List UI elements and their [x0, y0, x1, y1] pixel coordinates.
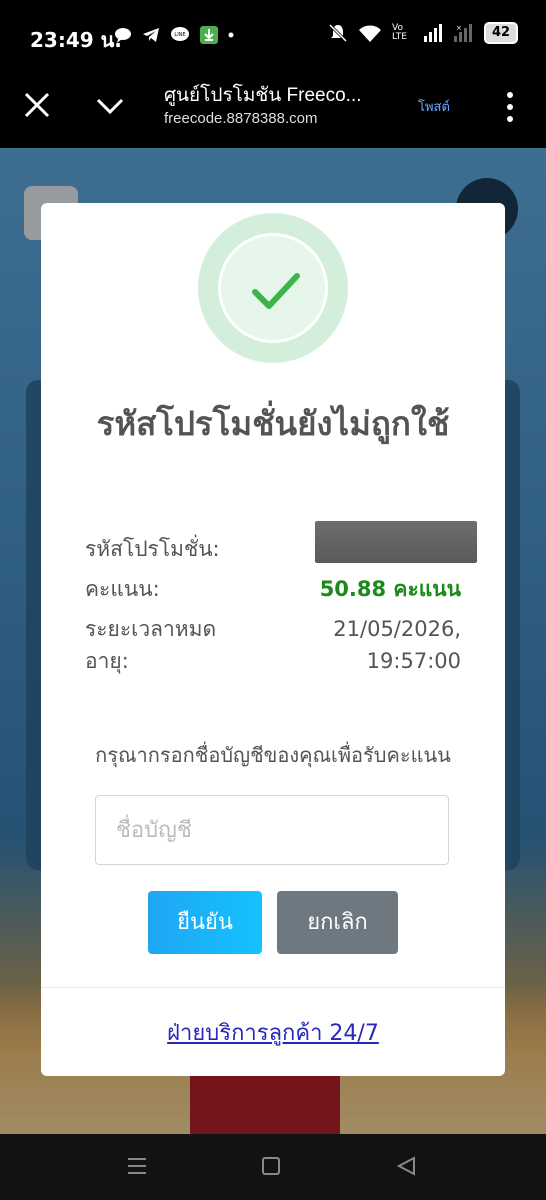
- close-icon[interactable]: [22, 90, 52, 120]
- telegram-icon: [143, 28, 159, 42]
- status-time: 23:49 น.: [30, 28, 122, 52]
- page-url: freecode.8878388.com: [164, 110, 318, 127]
- promo-modal: รหัสโปรโมชั่นยังไม่ถูกใช้ รหัสโปรโมชั่น:…: [41, 203, 505, 1076]
- back-icon[interactable]: [396, 1156, 416, 1176]
- promo-code-value-masked: [315, 521, 477, 563]
- mute-icon: [328, 23, 348, 43]
- more-menu-icon[interactable]: [500, 90, 520, 124]
- signal-icon-2: ×: [454, 24, 472, 42]
- confirm-button[interactable]: ยืนยัน: [148, 891, 262, 954]
- modal-divider: [41, 987, 505, 988]
- volte-label: Vo LTE: [392, 23, 407, 42]
- svg-text:LINE: LINE: [174, 32, 185, 38]
- notification-icons: LINE: [114, 26, 234, 44]
- chat-icon: [115, 28, 131, 43]
- wifi-icon: [359, 25, 381, 42]
- download-icon: [200, 26, 218, 44]
- modal-title: รหัสโปรโมชั่นยังไม่ถูกใช้: [96, 404, 450, 443]
- expiry-value: 21/05/2026, 19:57:00: [333, 617, 461, 673]
- line-icon: LINE: [171, 27, 189, 41]
- promo-code-label: รหัสโปรโมชั่น:: [85, 537, 220, 561]
- system-icons: Vo LTE × 42: [328, 22, 518, 44]
- account-prompt: กรุณากรอกชื่อบัญชีของคุณเพื่อรับคะแนน: [95, 743, 451, 767]
- home-button-icon[interactable]: [262, 1157, 280, 1175]
- success-badge: [198, 213, 348, 363]
- battery-icon: 42: [484, 22, 518, 44]
- recent-apps-icon[interactable]: [126, 1156, 148, 1176]
- dot-icon: [228, 32, 234, 38]
- chevron-down-icon[interactable]: [94, 92, 126, 120]
- post-button[interactable]: โพสต์: [418, 96, 450, 117]
- expiry-label: ระยะเวลาหมดอายุ:: [85, 617, 217, 673]
- svg-text:×: ×: [456, 24, 462, 32]
- status-bar: 23:49 น. LINE Vo LTE × 42: [0, 0, 546, 72]
- support-link[interactable]: ฝ่ายบริการลูกค้า 24/7: [41, 1015, 505, 1050]
- page-title: ศูนย์โปรโมชัน Freeco...: [164, 85, 362, 106]
- points-value: 50.88 คะแนน: [319, 577, 461, 601]
- account-name-input[interactable]: [95, 795, 449, 865]
- points-label: คะแนน:: [85, 577, 160, 601]
- check-icon: [252, 273, 300, 309]
- browser-toolbar: ศูนย์โปรโมชัน Freeco... freecode.8878388…: [0, 72, 546, 148]
- system-nav-bar: [0, 1134, 546, 1200]
- cancel-button[interactable]: ยกเลิก: [277, 891, 398, 954]
- signal-icon: [424, 24, 442, 42]
